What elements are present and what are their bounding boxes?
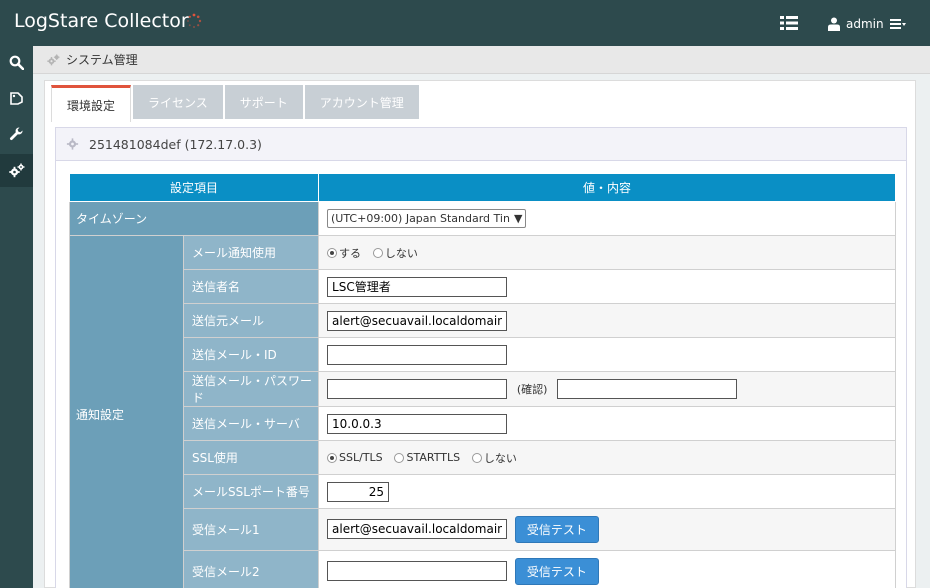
sidebar-item-tools[interactable] [0, 118, 33, 151]
gears-icon [47, 53, 60, 65]
radio-mail-use-on[interactable]: する [327, 245, 361, 261]
host-label: 251481084def (172.17.0.3) [89, 136, 262, 152]
radio-label: しない [483, 451, 517, 465]
column-header-item: 設定項目 [68, 173, 320, 202]
timezone-select-value: (UTC+09:00) Japan Standard Tin [331, 212, 510, 225]
tab-environment[interactable]: 環境設定 [51, 85, 132, 122]
tags-icon [10, 92, 23, 105]
recv-mail2-input[interactable] [327, 561, 508, 581]
user-name: admin [846, 17, 884, 31]
loading-spinner-icon [187, 13, 202, 28]
smtp-server-input[interactable] [327, 413, 508, 434]
sidebar-item-tags[interactable] [0, 82, 33, 115]
chevron-down-icon: ▼ [513, 212, 523, 225]
search-icon [9, 55, 24, 70]
recv-mail1-input[interactable] [327, 519, 508, 539]
wrench-icon [9, 127, 23, 141]
gears-icon [8, 163, 24, 178]
gears-icon [66, 138, 79, 150]
radio-mail-use-off[interactable]: しない [372, 245, 418, 261]
radio-starttls[interactable]: STARTTLS [394, 451, 460, 464]
radio-ssl-tls[interactable]: SSL/TLS [327, 451, 383, 464]
top-navbar: LogStare Collector admin [0, 0, 930, 46]
row-label-smtp-id: 送信メール・ID [182, 337, 320, 372]
smtp-password-confirm-input[interactable] [557, 379, 738, 399]
settings-table: 設定項目 値・内容 タイムゾーン (UTC+09:00) Japan Stand… [68, 173, 897, 588]
main-content: 環境設定 ライセンス サポート アカウント管理 251481084def (17… [44, 80, 916, 588]
radio-ssl-off[interactable]: しない [471, 450, 517, 466]
row-label-recv1: 受信メール1 [182, 508, 320, 551]
recv2-test-button[interactable]: 受信テスト [514, 558, 599, 585]
group-label-notification: 通知設定 [69, 235, 184, 588]
radio-label: SSL/TLS [339, 451, 383, 464]
user-icon [828, 17, 840, 31]
radio-unchecked-icon [372, 247, 383, 258]
row-label-mail-use: メール通知使用 [182, 235, 320, 270]
user-menu[interactable]: admin [828, 15, 906, 33]
menu-icon [889, 19, 906, 29]
settings-panel: 251481084def (172.17.0.3) 設定項目 値・内容 タイムゾ… [55, 127, 907, 588]
tab-support[interactable]: サポート [224, 85, 303, 119]
smtp-password-input[interactable] [327, 379, 508, 399]
tab-bar: 環境設定 ライセンス サポート アカウント管理 [51, 85, 421, 122]
tab-account[interactable]: アカウント管理 [304, 85, 419, 119]
timezone-select[interactable]: (UTC+09:00) Japan Standard Tin ▼ [327, 209, 527, 228]
tab-license[interactable]: ライセンス [133, 85, 223, 119]
app-title: LogStare Collector [14, 10, 189, 32]
password-confirm-label: (確認) [516, 383, 548, 396]
list-icon[interactable] [780, 15, 798, 31]
radio-label: STARTTLS [406, 451, 461, 464]
row-label-ssl-port: メールSSLポート番号 [182, 474, 320, 509]
radio-checked-icon [327, 247, 338, 258]
smtp-id-input[interactable] [327, 344, 508, 365]
row-label-sender-mail: 送信元メール [182, 303, 320, 338]
sidebar-item-search[interactable] [0, 46, 33, 79]
panel-header: 251481084def (172.17.0.3) [56, 128, 906, 161]
radio-label: しない [384, 246, 418, 260]
row-label-timezone: タイムゾーン [68, 201, 320, 236]
sender-mail-input[interactable] [327, 310, 508, 331]
row-label-sender-name: 送信者名 [182, 269, 320, 304]
breadcrumb: システム管理 [33, 46, 930, 74]
row-label-recv2: 受信メール2 [182, 550, 320, 588]
ssl-port-input[interactable] [327, 481, 390, 502]
column-header-value: 値・内容 [318, 173, 897, 202]
breadcrumb-label: システム管理 [66, 53, 138, 67]
radio-label: する [339, 246, 362, 260]
recv1-test-button[interactable]: 受信テスト [514, 516, 599, 543]
radio-unchecked-icon [394, 452, 405, 463]
row-label-smtp-server: 送信メール・サーバ [182, 406, 320, 441]
row-label-smtp-password: 送信メール・パスワード [182, 371, 320, 407]
sidebar-item-system[interactable] [0, 154, 33, 187]
sidebar [0, 46, 33, 588]
radio-checked-icon [327, 452, 338, 463]
radio-unchecked-icon [471, 452, 482, 463]
sender-name-input[interactable] [327, 276, 508, 297]
row-label-ssl: SSL使用 [182, 440, 320, 475]
